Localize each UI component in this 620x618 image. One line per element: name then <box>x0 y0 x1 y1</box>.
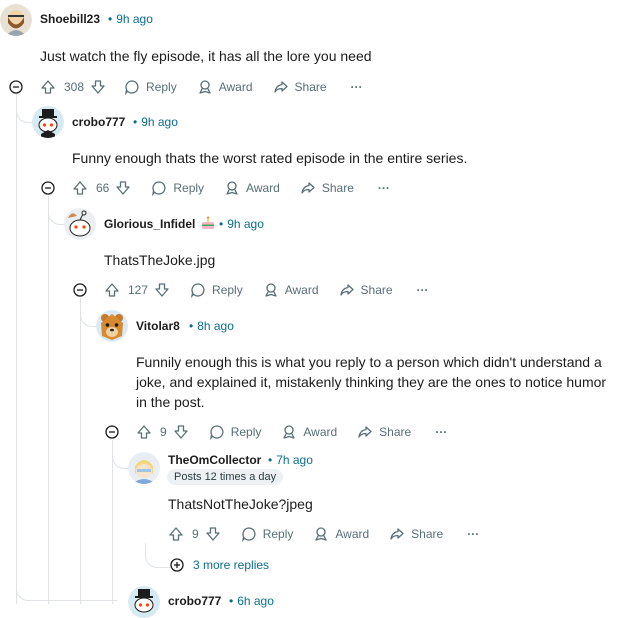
share-icon <box>339 284 354 296</box>
upvote-icon[interactable] <box>136 424 152 440</box>
reply-icon <box>209 425 224 440</box>
avatar[interactable] <box>128 586 160 618</box>
thread-elbow <box>16 560 117 601</box>
share-button[interactable]: Share <box>357 424 411 440</box>
timestamp: • 8h ago <box>189 319 234 333</box>
thread-elbow <box>112 440 129 469</box>
comment-body-line: in the post. <box>136 394 205 410</box>
comment-body: Funny enough thats the worst rated episo… <box>72 150 468 166</box>
comment-actions: 66 Reply Award Share ··· <box>72 178 390 198</box>
award-button[interactable]: Award <box>281 424 337 440</box>
collapse-icon[interactable] <box>41 181 55 195</box>
share-icon <box>390 528 404 540</box>
thread-line-level-1[interactable] <box>16 94 17 604</box>
downvote-icon[interactable] <box>90 79 106 95</box>
more-replies-link[interactable]: 3 more replies <box>170 558 269 572</box>
more-options-button[interactable]: ··· <box>351 80 363 94</box>
vote-count: 9 <box>192 527 199 541</box>
reply-button[interactable]: Reply <box>241 526 293 542</box>
award-button[interactable]: Award <box>263 282 319 298</box>
thread-line-level-2[interactable] <box>48 196 49 604</box>
share-icon <box>358 426 372 438</box>
expand-plus-icon <box>170 558 184 572</box>
award-icon <box>265 283 277 297</box>
more-options-button[interactable]: ··· <box>435 425 447 439</box>
more-options-button[interactable]: ··· <box>417 283 429 297</box>
share-button[interactable]: Share <box>273 79 327 95</box>
collapse-icon[interactable] <box>9 80 23 94</box>
avatar[interactable] <box>0 4 32 36</box>
username[interactable]: Shoebill23 <box>40 12 100 26</box>
timestamp: • 7h ago <box>268 453 313 467</box>
comment-body: ThatsTheJoke.jpg <box>104 252 216 268</box>
collapse-icon[interactable] <box>73 283 87 297</box>
award-icon <box>199 80 211 94</box>
user-flair: Posts 12 times a day <box>167 469 284 485</box>
username[interactable]: Glorious_Infidel <box>104 217 195 231</box>
avatar[interactable] <box>64 208 96 240</box>
thread-line-level-3[interactable] <box>80 298 81 604</box>
share-button[interactable]: Share <box>339 282 393 298</box>
reply-button[interactable]: Reply <box>151 180 204 196</box>
upvote-icon[interactable] <box>168 526 184 542</box>
thread-elbow <box>16 94 33 123</box>
upvote-icon[interactable] <box>40 79 56 95</box>
comment-body-line: Funnily enough this is what you reply to… <box>136 354 602 370</box>
timestamp: • 9h ago <box>133 115 178 129</box>
avatar[interactable] <box>32 106 64 138</box>
collapse-icon[interactable] <box>105 425 119 439</box>
comment-actions: 308 Reply Award Share ··· <box>40 77 363 97</box>
award-icon <box>283 425 296 439</box>
upvote-icon[interactable] <box>104 282 120 298</box>
upvote-icon[interactable] <box>72 180 88 196</box>
award-icon <box>315 527 328 541</box>
vote-count: 308 <box>64 80 85 94</box>
reply-icon <box>191 283 205 298</box>
thread-elbow <box>145 543 170 568</box>
vote-count: 66 <box>96 181 110 195</box>
timestamp: • 6h ago <box>229 594 274 608</box>
username[interactable]: crobo777 <box>168 594 221 608</box>
share-button[interactable]: Share <box>300 180 354 196</box>
award-button[interactable]: Award <box>224 180 280 196</box>
thread-elbow <box>80 298 97 327</box>
award-button[interactable]: Award <box>313 526 369 542</box>
timestamp: • 9h ago <box>108 12 153 26</box>
award-button[interactable]: Award <box>197 79 253 95</box>
reply-button[interactable]: Reply <box>190 282 243 298</box>
reply-button[interactable]: Reply <box>124 79 177 95</box>
avatar[interactable] <box>96 310 128 342</box>
more-options-button[interactable]: ··· <box>467 527 479 541</box>
downvote-icon[interactable] <box>205 526 221 542</box>
share-button[interactable]: Share <box>389 526 443 542</box>
thread-elbow <box>48 196 65 225</box>
cake-icon <box>200 215 216 236</box>
downvote-icon[interactable] <box>115 180 131 196</box>
thread-line-level-4[interactable] <box>112 440 113 604</box>
reply-icon <box>125 80 139 95</box>
timestamp: • 9h ago <box>219 217 264 231</box>
username[interactable]: TheOmCollector <box>168 453 261 467</box>
comment-body: ThatsNotTheJoke?jpeg <box>168 496 313 512</box>
share-icon <box>273 81 288 93</box>
reply-icon <box>152 181 166 196</box>
share-icon <box>301 182 315 194</box>
more-options-button[interactable]: ··· <box>378 181 390 195</box>
vote-count: 9 <box>160 425 167 439</box>
reply-button[interactable]: Reply <box>209 424 261 440</box>
comment-actions: 9 Reply Award Share ··· <box>168 524 479 544</box>
username[interactable]: Vitolar8 <box>136 319 180 333</box>
vote-count: 127 <box>128 283 149 297</box>
comment-actions: 9 Reply Award Share ··· <box>136 422 447 442</box>
comment-body: Just watch the fly episode, it has all t… <box>40 48 372 64</box>
award-icon <box>226 181 238 195</box>
comment-body-line: joke, and explained it, mistakenly think… <box>136 374 607 390</box>
username[interactable]: crobo777 <box>72 115 125 129</box>
reply-icon <box>241 527 256 542</box>
avatar[interactable] <box>128 452 160 484</box>
comment-actions: 127 Reply Award Share ··· <box>104 280 429 300</box>
downvote-icon[interactable] <box>154 282 170 298</box>
downvote-icon[interactable] <box>173 424 189 440</box>
